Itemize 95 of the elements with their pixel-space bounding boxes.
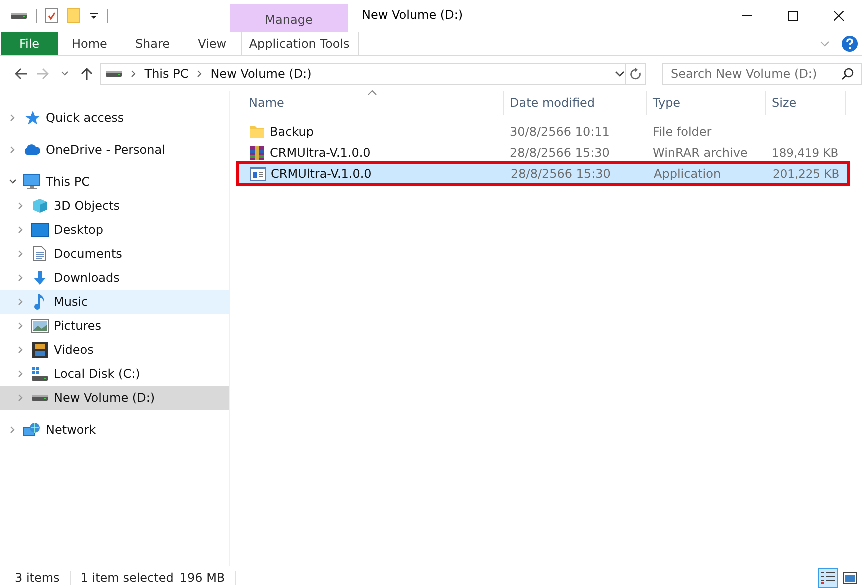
computer-icon <box>22 174 40 190</box>
date-modified: 28/8/2566 15:30 <box>511 166 611 180</box>
expand-chevron-icon <box>16 345 26 355</box>
file-name: CRMUltra-V.1.0.0 <box>271 166 372 180</box>
file-name: CRMUltra-V.1.0.0 <box>270 146 371 160</box>
file-type: WinRAR archive <box>653 146 748 160</box>
column-header[interactable]: Name <box>243 91 504 115</box>
selection-size: 196 MB <box>180 571 226 585</box>
nav-item[interactable]: Pictures <box>0 314 229 338</box>
window-title: New Volume (D:) <box>361 7 464 24</box>
column-header[interactable]: Date modified <box>504 91 647 115</box>
nav-item[interactable]: OneDrive - Personal <box>0 138 229 162</box>
music-note-icon <box>34 293 46 311</box>
expand-chevron-icon <box>16 225 26 235</box>
file-menu-button[interactable]: File <box>1 32 58 55</box>
network-icon <box>22 422 40 438</box>
file-row[interactable]: CRMUltra-V.1.0.0 28/8/2566 15:30 Application 201,225 KB <box>238 163 848 184</box>
date-modified: 28/8/2566 15:30 <box>510 146 610 160</box>
nav-item[interactable]: Music <box>0 290 229 314</box>
column-header[interactable]: Type <box>647 91 766 115</box>
properties-icon <box>45 8 59 24</box>
close-icon <box>834 11 844 21</box>
selection-info: 1 item selected <box>80 571 174 585</box>
cloud-icon <box>22 144 40 156</box>
expand-chevron-icon <box>16 321 26 331</box>
nav-item[interactable]: Downloads <box>0 266 229 290</box>
star-icon <box>24 110 40 126</box>
breadcrumb[interactable]: New Volume (D:) <box>210 67 312 81</box>
down-arrow-icon <box>32 270 48 286</box>
nav-item[interactable]: New Volume (D:) <box>0 386 229 410</box>
expand-chevron-icon <box>16 249 26 259</box>
ribbon-tab[interactable]: View <box>184 32 241 55</box>
date-modified: 30/8/2566 10:11 <box>510 124 610 138</box>
nav-item[interactable]: Network <box>0 418 229 442</box>
forward-arrow-icon <box>36 68 50 80</box>
column-header[interactable]: Size <box>766 91 846 115</box>
application-icon <box>250 166 266 180</box>
cube-icon <box>32 198 48 214</box>
search-icon <box>842 68 854 80</box>
customize-dropdown-icon <box>89 11 99 21</box>
nav-item[interactable]: This PC <box>0 170 229 194</box>
archive-icon <box>249 144 265 160</box>
expand-chevron-icon <box>16 297 26 307</box>
expand-chevron-icon <box>16 273 26 283</box>
refresh-button[interactable] <box>626 63 646 85</box>
expand-chevron-icon <box>8 145 18 155</box>
refresh-icon <box>630 67 642 81</box>
expand-ribbon-chevron-icon <box>820 40 830 48</box>
details-view-icon <box>821 572 835 584</box>
search-field[interactable]: Search New Volume (D:) <box>662 63 862 85</box>
expand-chevron-icon <box>16 369 26 379</box>
ribbon-tab[interactable]: Application Tools <box>240 32 359 55</box>
address-bar[interactable]: This PC New Volume (D:) <box>100 63 626 85</box>
file-row[interactable]: Backup 30/8/2566 10:11 File folder <box>238 121 848 142</box>
breadcrumb-chevron-icon <box>196 70 203 78</box>
nav-item[interactable]: Desktop <box>0 218 229 242</box>
nav-item[interactable]: Quick access <box>0 106 229 130</box>
up-arrow-icon <box>80 67 93 81</box>
film-icon <box>32 342 48 358</box>
file-name: Backup <box>270 124 314 138</box>
nav-item[interactable]: Videos <box>0 338 229 362</box>
expand-chevron-icon <box>16 393 26 403</box>
new-folder-icon <box>67 8 81 24</box>
nav-item[interactable]: 3D Objects <box>0 194 229 218</box>
help-icon <box>842 36 858 52</box>
file-type: File folder <box>653 124 712 138</box>
file-size: 201,225 KB <box>773 166 840 180</box>
ribbon-tab[interactable]: Home <box>58 32 122 55</box>
document-icon <box>32 246 46 262</box>
nav-item[interactable]: Local Disk (C:) <box>0 362 229 386</box>
drive-icon <box>30 366 48 382</box>
ribbon-tab[interactable]: Share <box>121 32 184 55</box>
breadcrumb[interactable]: This PC <box>144 67 189 81</box>
back-arrow-icon <box>14 68 28 80</box>
file-size: 189,419 KB <box>772 146 839 160</box>
drive-icon <box>104 70 123 78</box>
item-count: 3 items <box>15 571 60 585</box>
contextual-tab-header: Manage <box>230 4 348 32</box>
file-type: Application <box>654 166 722 180</box>
breadcrumb-chevron-icon <box>130 70 137 78</box>
expand-chevron-icon <box>8 425 18 435</box>
folder-icon <box>249 124 265 140</box>
caret-icon <box>60 71 69 77</box>
desktop-icon <box>30 223 48 237</box>
history-dropdown-icon <box>615 70 626 78</box>
file-row[interactable]: CRMUltra-V.1.0.0 28/8/2566 15:30 WinRAR archive 189,419 KB <box>238 142 848 163</box>
large-icons-view-icon <box>843 572 857 584</box>
nav-item[interactable]: Documents <box>0 242 229 266</box>
expand-chevron-icon <box>8 113 18 123</box>
view-button[interactable] <box>818 568 838 588</box>
drive-icon <box>30 394 48 402</box>
image-icon <box>30 319 48 333</box>
expand-chevron-icon <box>16 201 26 211</box>
maximize-icon <box>788 11 798 21</box>
drive-icon <box>10 12 28 20</box>
